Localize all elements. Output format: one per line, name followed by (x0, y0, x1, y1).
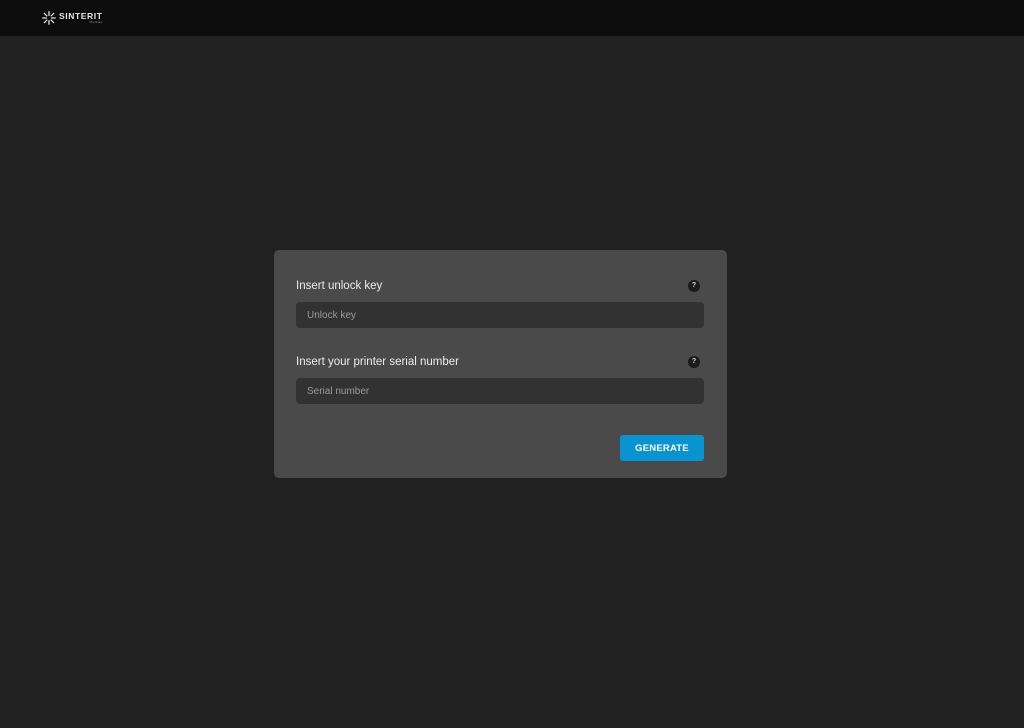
unlock-key-help-icon[interactable]: ? (688, 280, 700, 292)
serial-number-input[interactable] (296, 378, 704, 404)
generate-button[interactable]: GENERATE (620, 435, 704, 461)
unlock-key-input[interactable] (296, 302, 704, 328)
brand-tagline: 3D printers (89, 21, 103, 24)
serial-number-label: Insert your printer serial number (296, 356, 459, 368)
brand-name: SINTERIT (59, 11, 103, 21)
brand-wordmark: SINTERIT 3D printers (59, 11, 103, 25)
serial-number-help-icon[interactable]: ? (688, 356, 700, 368)
unlock-form-card: Insert unlock key ? Insert your printer … (274, 250, 727, 478)
unlock-key-label: Insert unlock key (296, 280, 383, 292)
sinterit-star-icon (42, 11, 56, 25)
brand-logo[interactable]: SINTERIT 3D printers (42, 11, 103, 25)
top-bar: SINTERIT 3D printers (0, 0, 1024, 36)
